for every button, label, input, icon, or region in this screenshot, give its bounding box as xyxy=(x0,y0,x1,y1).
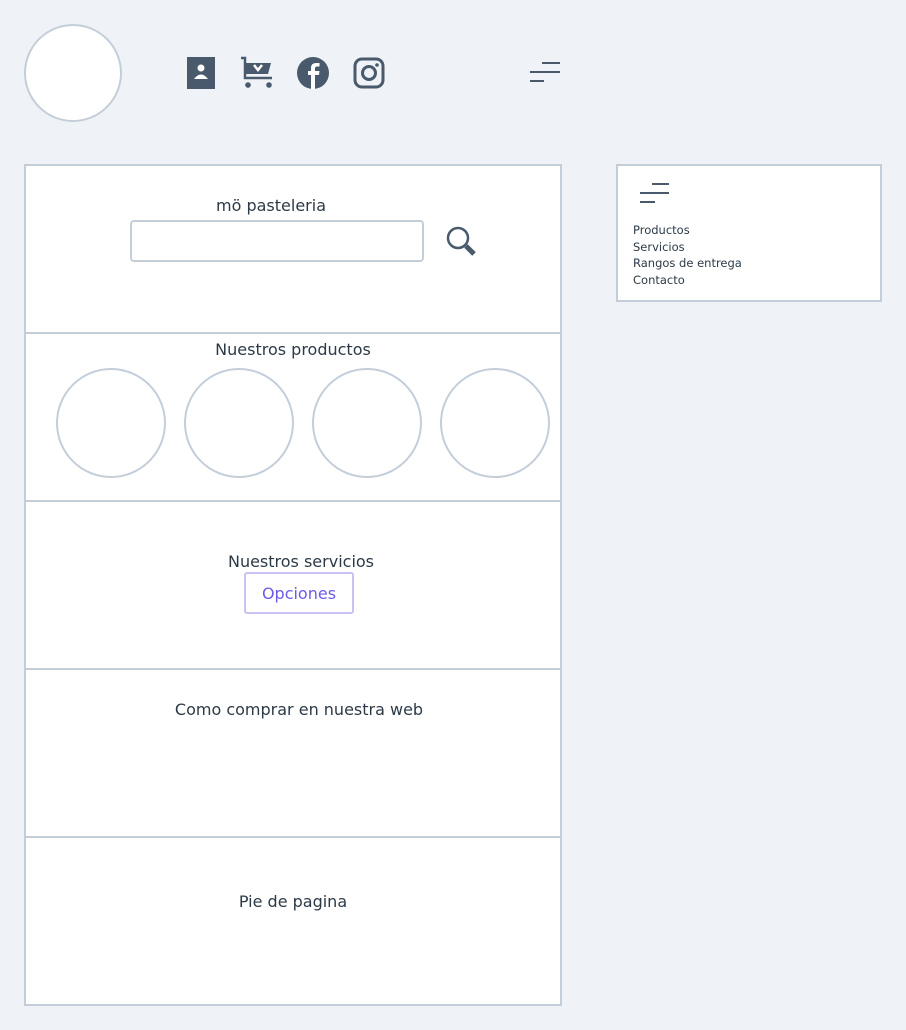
products-title: Nuestros productos xyxy=(215,340,371,359)
header-section: mö pasteleria xyxy=(26,166,560,334)
product-image[interactable] xyxy=(56,368,166,478)
product-image[interactable] xyxy=(312,368,422,478)
brand-name: mö pasteleria xyxy=(216,196,326,215)
page-wireframe: mö pasteleria Nuestros productos Nuestro… xyxy=(24,164,562,1006)
options-button[interactable]: Opciones xyxy=(244,572,354,614)
search-input[interactable] xyxy=(130,220,424,262)
products-section: Nuestros productos xyxy=(26,334,560,502)
facebook-icon[interactable] xyxy=(296,56,330,90)
user-card-icon[interactable] xyxy=(184,56,218,90)
logo-placeholder[interactable] xyxy=(24,24,122,122)
side-menu: Productos Servicios Rangos de entrega Co… xyxy=(616,164,882,302)
menu-item-contacto[interactable]: Contacto xyxy=(633,272,742,289)
instagram-icon[interactable] xyxy=(352,56,386,90)
services-section: Nuestros servicios Opciones xyxy=(26,502,560,670)
services-title: Nuestros servicios xyxy=(227,552,375,571)
menu-item-rangos-de-entrega[interactable]: Rangos de entrega xyxy=(633,255,742,272)
product-image[interactable] xyxy=(440,368,550,478)
product-image[interactable] xyxy=(184,368,294,478)
menu-icon[interactable] xyxy=(528,60,562,86)
menu-item-servicios[interactable]: Servicios xyxy=(633,239,742,256)
cart-download-icon[interactable] xyxy=(240,56,274,90)
search-icon[interactable] xyxy=(444,224,480,260)
menu-list: Productos Servicios Rangos de entrega Co… xyxy=(633,222,742,288)
menu-item-productos[interactable]: Productos xyxy=(633,222,742,239)
howto-title: Como comprar en nuestra web xyxy=(174,700,424,719)
menu-icon[interactable] xyxy=(638,182,672,206)
footer-section: Pie de pagina xyxy=(26,838,560,1006)
howto-section: Como comprar en nuestra web xyxy=(26,670,560,838)
footer-title: Pie de pagina xyxy=(238,892,348,911)
